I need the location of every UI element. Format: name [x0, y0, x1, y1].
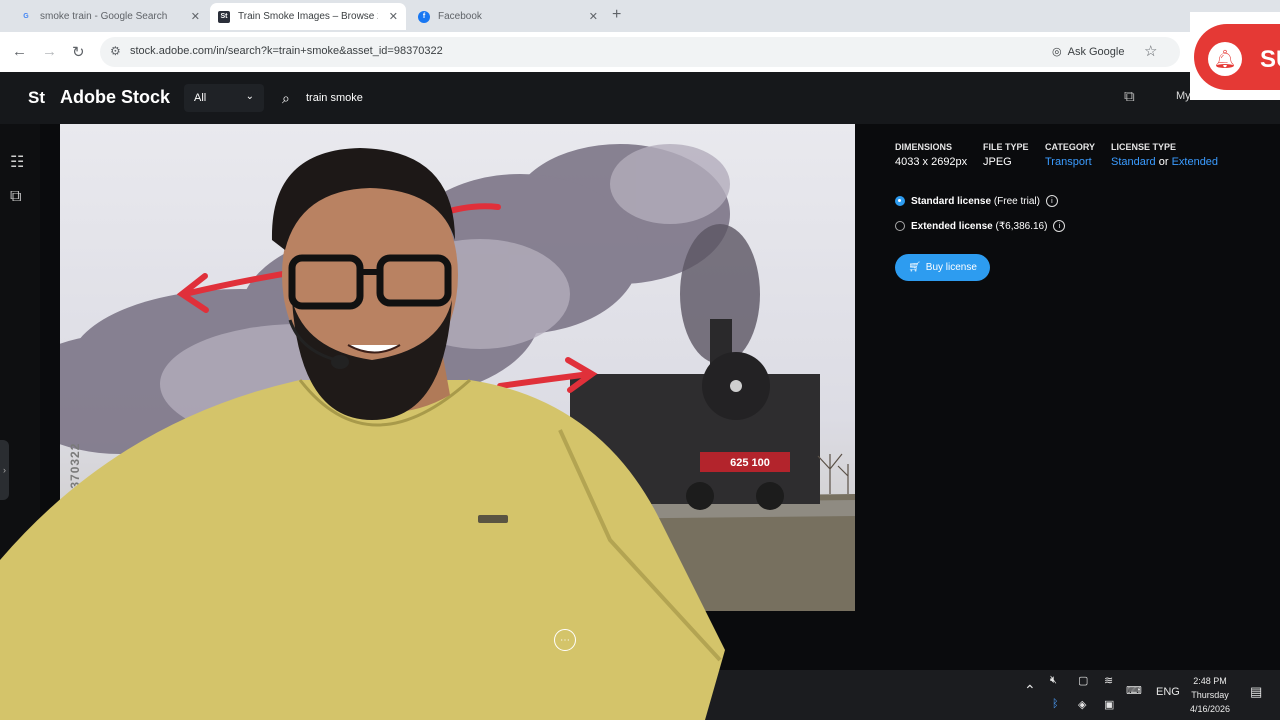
chevron-up-icon[interactable]: ⌃: [1024, 682, 1036, 699]
close-icon[interactable]: ✕: [589, 10, 598, 23]
standard-license-name: Standard license: [911, 195, 992, 207]
adobe-stock-logo-icon[interactable]: St: [28, 88, 45, 108]
ask-google-button[interactable]: ◎ Ask Google: [1052, 45, 1125, 59]
site-info-icon[interactable]: ⚙: [110, 44, 121, 58]
address-bar[interactable]: ⚙ stock.adobe.com/in/search?k=train+smok…: [100, 37, 1180, 67]
category-link[interactable]: Transport: [1045, 156, 1092, 168]
content-type-select[interactable]: All ⌄: [184, 84, 264, 112]
license-type-label: LICENSE TYPE: [1111, 142, 1177, 152]
subscribe-text: SU: [1260, 46, 1280, 73]
buy-license-label: Buy license: [925, 262, 977, 273]
extended-license-option[interactable]: Extended license (₹6,386.16) i: [895, 220, 1066, 232]
standard-license-link[interactable]: Standard: [1111, 156, 1156, 168]
tab-google-search[interactable]: G smoke train - Google Search ✕: [12, 3, 208, 30]
standard-license-option[interactable]: Standard license (Free trial) i: [895, 195, 1058, 207]
info-icon[interactable]: i: [1045, 195, 1058, 207]
tab-adobe-stock[interactable]: St Train Smoke Images – Browse 2 ✕: [210, 3, 406, 30]
wifi-icon[interactable]: ≋: [1104, 674, 1113, 687]
more-options-icon[interactable]: ⋯: [554, 629, 576, 651]
clock-day: Thursday: [1191, 690, 1229, 700]
clock-date: 4/16/2026: [1190, 704, 1231, 714]
bluetooth-icon[interactable]: ᛒ: [1052, 698, 1059, 710]
windows-taskbar: ⌕ ⧉ ⌃ 🔇︎ ▢ ≋ ⌨ ENG ᛒ ◈ ▣ ▤: [0, 670, 1280, 720]
display-icon[interactable]: ▣: [1104, 698, 1114, 711]
subscribe-badge[interactable]: 🔔︎ SU: [1190, 12, 1280, 100]
security-shield-icon[interactable]: ◈: [1078, 698, 1086, 711]
url-text[interactable]: stock.adobe.com/in/search?k=train+smoke&…: [130, 45, 443, 57]
search-field[interactable]: ⌕ train smoke: [270, 84, 1120, 112]
address-toolbar: ← → ↻ ⚙ stock.adobe.com/in/search?k=trai…: [0, 32, 1280, 72]
buy-license-button[interactable]: 🛒︎ Buy license: [895, 254, 990, 281]
microphone-icon[interactable]: ▢: [1078, 674, 1088, 687]
google-favicon-icon: G: [23, 13, 29, 20]
extended-license-link[interactable]: Extended: [1172, 156, 1218, 168]
category-info: CATEGORY Transport: [1045, 142, 1095, 168]
system-clock[interactable]: 2:48 PM Thursday 4/16/2026: [1190, 674, 1230, 716]
filetype-info: FILE TYPE JPEG: [983, 142, 1029, 168]
search-input[interactable]: train smoke: [306, 92, 363, 104]
dimensions-value: 4033 x 2692px: [895, 156, 968, 168]
notification-icon[interactable]: ▤: [1250, 684, 1262, 700]
facebook-favicon-icon: f: [418, 10, 430, 23]
extended-license-name: Extended license: [911, 220, 993, 232]
chevron-down-icon: ⌄: [245, 91, 254, 102]
content-type-value: All: [194, 92, 207, 104]
info-icon[interactable]: i: [1053, 220, 1066, 232]
expand-panel-handle[interactable]: ›: [0, 440, 9, 500]
standard-license-radio[interactable]: [895, 196, 905, 206]
category-label: CATEGORY: [1045, 142, 1096, 152]
filetype-value: JPEG: [983, 156, 1012, 168]
dimensions-info: DIMENSIONS 4033 x 2692px: [895, 142, 967, 168]
stock-header: St Adobe Stock All ⌄ ⌕ train smoke ⧉ My: [0, 72, 1280, 124]
asset-preview-image[interactable]: 625 100: [60, 124, 855, 611]
extended-license-radio[interactable]: [895, 221, 905, 231]
adobe-stock-logo-text[interactable]: Adobe Stock: [60, 87, 170, 108]
tab-facebook[interactable]: f Facebook ✕: [410, 3, 606, 30]
license-type-info: LICENSE TYPE Standard or Extended: [1111, 142, 1218, 168]
lens-icon: ◎: [1052, 46, 1062, 58]
keyboard-icon[interactable]: ⌨: [1126, 684, 1142, 697]
standard-license-note: (Free trial): [993, 195, 1040, 207]
image-search-icon[interactable]: ⧉: [10, 188, 21, 206]
adobe-stock-favicon-icon: St: [218, 10, 230, 23]
browser-tab-strip: G smoke train - Google Search ✕ St Train…: [0, 0, 1280, 32]
locomotive-number: 625 100: [730, 457, 770, 469]
search-icon: ⌕: [282, 90, 290, 106]
filetype-label: FILE TYPE: [983, 142, 1029, 152]
my-libraries-link[interactable]: My: [1176, 90, 1191, 102]
ask-google-label: Ask Google: [1067, 45, 1125, 58]
new-tab-button[interactable]: +: [612, 6, 621, 24]
close-icon[interactable]: ✕: [389, 10, 398, 23]
search-icon[interactable]: ⌕: [42, 688, 50, 705]
visual-search-icon[interactable]: ⧉: [1124, 88, 1135, 105]
cart-icon: 🛒︎: [908, 262, 921, 273]
tab-title: Facebook: [438, 11, 482, 22]
clock-time: 2:48 PM: [1193, 676, 1227, 686]
dimensions-label: DIMENSIONS: [895, 142, 953, 152]
train-smoke-photo: 625 100: [60, 144, 855, 611]
back-arrow-icon[interactable]: ←: [12, 43, 27, 60]
filters-rail: ☷ ⧉ ›: [0, 124, 40, 670]
task-view-icon[interactable]: ⧉: [72, 688, 81, 704]
language-indicator[interactable]: ENG: [1156, 686, 1180, 698]
forward-arrow-icon[interactable]: →: [42, 43, 57, 60]
bell-icon: 🔔︎: [1208, 42, 1242, 76]
license-or-text: or: [1158, 156, 1169, 168]
extended-license-price: (₹6,386.16): [995, 220, 1048, 232]
tab-title: Train Smoke Images – Browse 2: [238, 11, 378, 22]
close-icon[interactable]: ✕: [191, 10, 200, 23]
reload-icon[interactable]: ↻: [72, 43, 85, 61]
bookmark-star-icon[interactable]: ☆: [1144, 42, 1157, 60]
mute-speaker-icon[interactable]: 🔇︎: [1050, 674, 1057, 687]
filters-sliders-icon[interactable]: ☷: [10, 152, 24, 172]
tab-title: smoke train - Google Search: [40, 11, 168, 22]
asset-id-watermark: 98370322: [68, 442, 82, 504]
